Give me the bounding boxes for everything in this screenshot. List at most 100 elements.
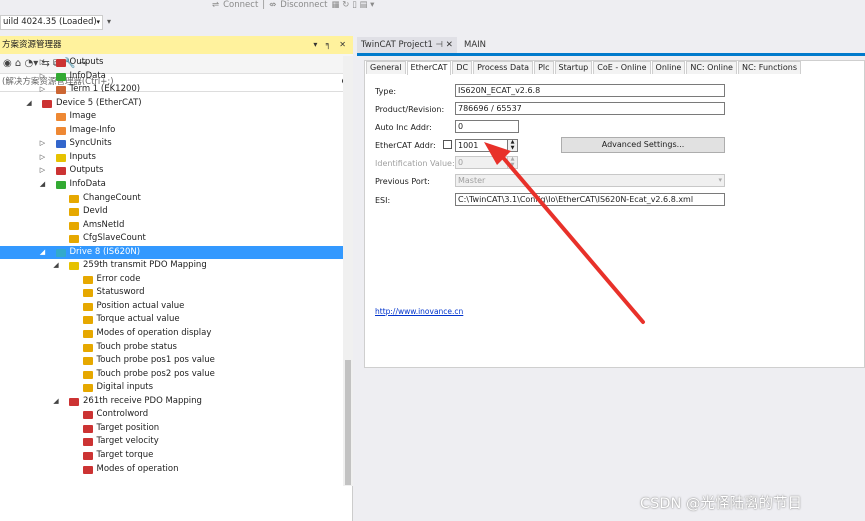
var-icon (82, 289, 93, 298)
build-selector[interactable]: uild 4024.35 (Loaded) ▾ (0, 15, 103, 30)
var-icon (69, 194, 79, 203)
tree-item[interactable]: Controlword (0, 408, 343, 422)
outvar-icon (82, 438, 93, 447)
tree-item[interactable]: Modes of operation (0, 463, 343, 477)
tree-item[interactable]: ▷ SyncUnits (0, 137, 343, 151)
tree-item-label: ChangeCount (83, 192, 141, 203)
tab-twincat-project[interactable]: TwinCAT Project1 ⊣ ✕ (357, 37, 457, 53)
toolbar-icons[interactable]: ▦ ↻ ▯ ▤ ▾ (332, 0, 375, 10)
solution-explorer-title-text: 方案资源管理器 (2, 40, 62, 50)
chevron-down-icon: ▾ (96, 18, 100, 26)
auto-inc-addr-field[interactable]: 0 (455, 120, 519, 133)
tab-nc-online[interactable]: NC: Online (686, 61, 737, 74)
syncunits-icon (55, 140, 66, 149)
output-icon (55, 59, 66, 67)
tree-item[interactable]: AmsNetId (0, 219, 343, 233)
tree-item[interactable]: ▷ Outputs (0, 56, 343, 70)
tree-item[interactable]: ◢ Drive 8 (IS620N) (0, 245, 343, 260)
tab-label: TwinCAT Project1 (361, 40, 433, 50)
tab-online[interactable]: Online (651, 61, 686, 74)
connection-toolbar: ⇌ Connect | ⇎ Disconnect ▦ ↻ ▯ ▤ ▾ (212, 0, 378, 12)
tree-item[interactable]: Error code (0, 273, 343, 287)
tree-item-label: Touch probe status (96, 341, 177, 352)
connect-icon[interactable]: ⇌ (212, 0, 219, 10)
stepper-down-icon: ▼ (510, 161, 515, 168)
collapse-arrow-icon[interactable]: ◢ (52, 395, 60, 409)
tree-item[interactable]: Position actual value (0, 300, 343, 314)
collapse-arrow-icon[interactable]: ◢ (39, 178, 47, 192)
tree-item[interactable]: Image-Info (0, 124, 343, 138)
tree-item-label: Inputs (69, 151, 96, 162)
tab-startup[interactable]: Startup (554, 61, 593, 74)
connect-button[interactable]: Connect (223, 0, 258, 10)
tree-item[interactable]: Target position (0, 422, 343, 436)
tree-item[interactable]: ▷ Outputs (0, 164, 343, 178)
tab-dc[interactable]: DC (452, 61, 473, 74)
tab-nc-functions[interactable]: NC: Functions (737, 61, 801, 74)
pane-controls[interactable]: ▾ ╕ ✕ (313, 36, 349, 54)
collapse-arrow-icon[interactable]: ◢ (25, 97, 33, 111)
var-icon (82, 343, 93, 352)
var-icon (82, 275, 93, 284)
advanced-settings-button[interactable]: Advanced Settings... (561, 137, 725, 153)
tree-item[interactable]: ◢ Device 5 (EtherCAT) (0, 97, 343, 111)
disconnect-button[interactable]: Disconnect (280, 0, 327, 10)
tree-item[interactable]: ChangeCount (0, 192, 343, 206)
tree-item[interactable]: CfgSlaveCount (0, 232, 343, 246)
tree-item[interactable]: Image (0, 110, 343, 124)
tree-item[interactable]: ▷ Inputs (0, 151, 343, 165)
tab-main[interactable]: MAIN (458, 37, 492, 53)
outvar-icon (82, 465, 93, 474)
tree-item[interactable]: Touch probe status (0, 341, 343, 355)
expand-arrow-icon[interactable]: ▷ (39, 164, 47, 178)
collapse-arrow-icon[interactable]: ◢ (39, 246, 47, 260)
toolbar-overflow-icon[interactable]: ▾ (107, 17, 111, 26)
expand-arrow-icon[interactable]: ▷ (39, 83, 47, 97)
var-icon (82, 384, 93, 393)
type-field[interactable]: IS620N_ECAT_v2.6.8 (455, 84, 725, 97)
tree-item[interactable]: ▷ InfoData (0, 70, 343, 84)
tree-item[interactable]: Touch probe pos2 pos value (0, 368, 343, 382)
ethercat-addr-label: EtherCAT Addr: (375, 141, 436, 150)
tree-item[interactable]: Modes of operation display (0, 327, 343, 341)
product-revision-field[interactable]: 786696 / 65537 (455, 102, 725, 115)
tab-coe-online[interactable]: CoE - Online (593, 61, 651, 74)
tree-item[interactable]: Target velocity (0, 435, 343, 449)
tree-item-label: Controlword (96, 409, 149, 420)
tree-item-label: Target position (96, 422, 160, 433)
terminal-icon (55, 86, 66, 95)
collapse-arrow-icon[interactable]: ◢ (52, 259, 60, 273)
tree-item[interactable]: Digital inputs (0, 381, 343, 395)
tree-item[interactable]: ◢ 259th transmit PDO Mapping (0, 259, 343, 273)
input-icon (69, 262, 79, 271)
tree-item[interactable]: DevId (0, 205, 343, 219)
tab-plc[interactable]: Plc (534, 61, 554, 74)
close-icon[interactable]: ✕ (446, 40, 453, 50)
tree-item-label: Target torque (96, 449, 154, 460)
ethercat-addr-checkbox[interactable] (443, 140, 452, 149)
tree-scrollbar-thumb[interactable] (345, 360, 351, 485)
tab-ethercat[interactable]: EtherCAT (406, 61, 452, 75)
expand-arrow-icon[interactable]: ▷ (39, 151, 47, 165)
expand-arrow-icon[interactable]: ▷ (39, 56, 47, 70)
tree-item[interactable]: Torque actual value (0, 313, 343, 327)
tree-item-label: Torque actual value (96, 314, 180, 325)
tab-general[interactable]: General (366, 61, 406, 74)
tree-item[interactable]: ▷ Term 1 (EK1200) (0, 83, 343, 97)
pin-icon[interactable]: ⊣ (436, 40, 443, 50)
tab-process-data[interactable]: Process Data (473, 61, 534, 74)
tree-item[interactable]: Statusword (0, 286, 343, 300)
tree-item[interactable]: Target torque (0, 449, 343, 463)
expand-arrow-icon[interactable]: ▷ (39, 70, 47, 84)
esi-path-field[interactable]: C:\TwinCAT\3.1\Config\Io\EtherCAT\IS620N… (455, 193, 725, 206)
ethercat-addr-field[interactable]: 1001 (455, 139, 508, 152)
ethercat-addr-stepper[interactable]: ▲ ▼ (507, 139, 518, 152)
expand-arrow-icon[interactable]: ▷ (39, 137, 47, 151)
tree-item[interactable]: ◢ InfoData (0, 178, 343, 192)
stepper-down-icon[interactable]: ▼ (508, 145, 517, 152)
vendor-link[interactable]: http://www.inovance.cn (375, 307, 463, 316)
infodata-icon (55, 180, 66, 189)
tree-item[interactable]: ◢ 261th receive PDO Mapping (0, 395, 343, 409)
tree-item[interactable]: Touch probe pos1 pos value (0, 354, 343, 368)
disconnect-icon[interactable]: ⇎ (269, 0, 276, 10)
